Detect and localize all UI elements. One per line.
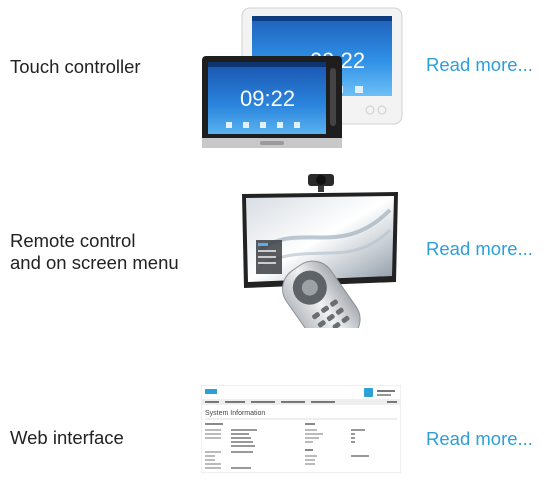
touch-controller-image: 09:22 09:22 [202, 7, 403, 148]
web-interface-label: Web interface [10, 427, 124, 448]
touch-controller-read-more-link[interactable]: Read more... [426, 54, 533, 76]
remote-control-image [242, 174, 398, 328]
remote-control-label-line2: and on screen menu [10, 252, 179, 273]
touch-controller-label: Touch controller [10, 56, 141, 77]
remote-control-read-more-link[interactable]: Read more... [426, 238, 533, 260]
remote-control-label-line1: Remote control [10, 230, 136, 251]
page: Touch controller 09:22 09:22 [0, 0, 552, 494]
front-screen-time: 09:22 [240, 86, 295, 111]
web-interface-read-more-link[interactable]: Read more... [426, 428, 533, 450]
web-interface-image: System Information [201, 385, 401, 473]
web-interface-title: System Information [205, 410, 265, 417]
